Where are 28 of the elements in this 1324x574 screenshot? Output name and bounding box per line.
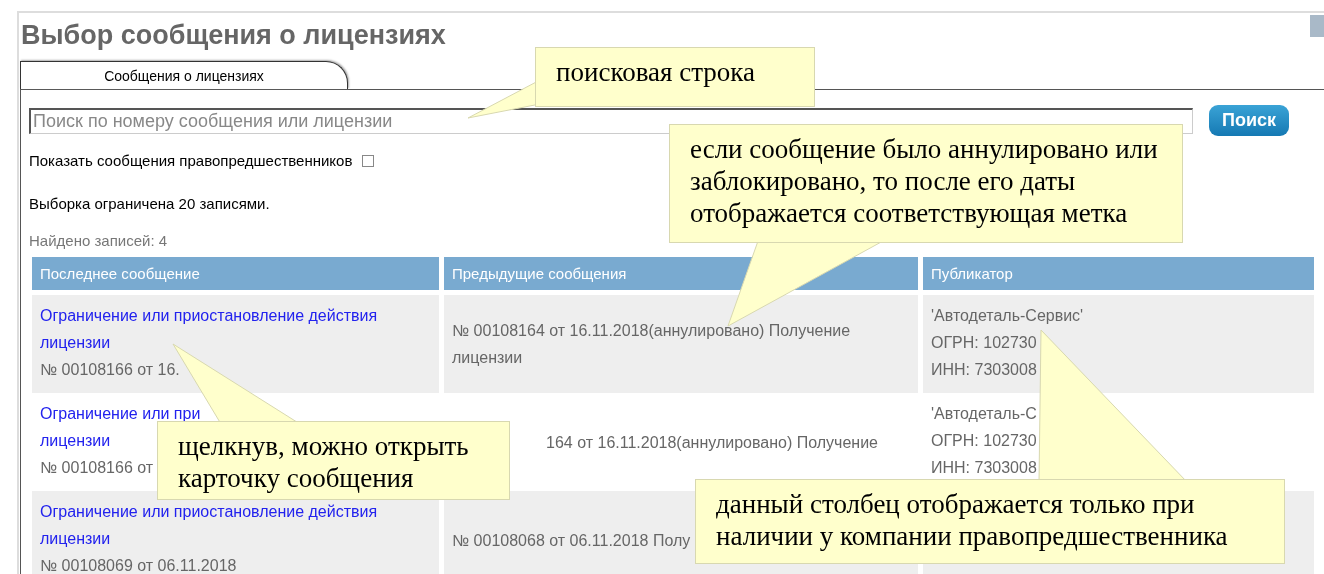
publisher-text: ИНН: 7303008 xyxy=(931,458,1037,478)
message-link[interactable]: лицензии xyxy=(40,525,111,552)
dialog-title: Выбор сообщения о лицензиях xyxy=(21,19,446,51)
message-number: № 00108166 от 16. xyxy=(40,360,180,380)
message-link[interactable]: Ограничение или приостановление действия xyxy=(40,498,378,525)
tab[interactable]: Сообщения о лицензиях xyxy=(20,61,348,89)
message-link[interactable]: лицензии xyxy=(40,427,111,454)
search-button[interactable]: Поиск xyxy=(1209,105,1290,136)
publisher-text: ИНН: 7303008 xyxy=(931,360,1037,380)
previous-message: лицензии xyxy=(452,348,523,368)
checkbox[interactable] xyxy=(362,154,375,167)
previous-message: № 00108068 от 06.11.2018 Полу xyxy=(452,530,691,551)
found-count: Найдено записей: 4 xyxy=(29,232,169,249)
limit-note: Выборка ограничена 20 записями. xyxy=(29,195,271,212)
publisher-text: ОГРН: 102730 xyxy=(931,431,1037,451)
previous-message: 164 от 16.11.2018(аннулировано) Получение xyxy=(546,432,878,453)
publisher-text: 'Автодеталь-С xyxy=(931,404,1037,424)
column-header: Последнее сообщение xyxy=(32,257,439,290)
callout-note: поисковая строка xyxy=(535,47,815,107)
option-label: Показать сообщения правопредшественников xyxy=(29,152,353,169)
message-link[interactable]: лицензии xyxy=(40,329,111,356)
previous-message: № 00108164 от 16.11.2018(аннулировано) Получение xyxy=(452,321,851,341)
publisher-text: ОГРН: 102730 xyxy=(931,333,1037,353)
message-number: № 00108166 от xyxy=(40,458,154,478)
message-link[interactable]: Ограничение или приостановление действия xyxy=(40,302,378,329)
message-number: № 00108069 от 06.11.2018 xyxy=(40,556,237,574)
publisher-text: 'Автодеталь-Сервис' xyxy=(931,306,1084,326)
column-header: Публикатор xyxy=(923,257,1314,290)
